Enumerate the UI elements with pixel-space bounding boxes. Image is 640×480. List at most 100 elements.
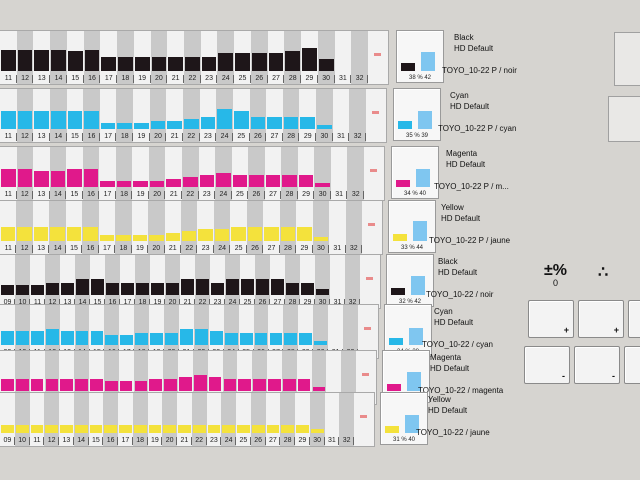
ink-zone-bar <box>119 425 132 433</box>
zone-marker <box>372 111 379 114</box>
ink-zone-bar <box>1 227 16 241</box>
ink-zone-bar <box>233 111 249 129</box>
zone-number: 22 <box>185 245 194 252</box>
coverage-bar-reference <box>418 111 432 129</box>
ink-zone-bar <box>151 57 167 71</box>
ink-zone-bar <box>318 59 334 71</box>
ink-zone-bar <box>280 227 296 241</box>
zone-number: 27 <box>268 437 277 444</box>
ink-zone-bar <box>196 279 209 295</box>
coverage-bar-reference <box>416 169 430 187</box>
zone-separator <box>365 133 366 141</box>
ink-zone-bar <box>199 175 215 187</box>
ink-zone-strip[interactable]: 11 12 13 14 15 16 17 18 19 20 21 22 23 24 25 26 27 28 29 30… <box>0 88 387 143</box>
ink-zone-bar <box>105 335 119 345</box>
zone-number: 14 <box>54 133 63 140</box>
paper-ink-name: TOYO_10-22 P / jaune <box>429 236 511 245</box>
zone-number: 12 <box>21 75 29 82</box>
zone-number: 18 <box>121 75 130 82</box>
zone-number: 21 <box>170 133 179 140</box>
ink-zone-strip[interactable]: 0910111213141516171819202122232425262728… <box>0 392 375 447</box>
ink-zone-bar <box>317 125 332 129</box>
ink-zone-bar <box>281 425 294 433</box>
ink-zone-bar <box>132 235 148 241</box>
ink-zone-bar <box>267 117 282 129</box>
ink-zone-bar <box>45 329 59 345</box>
zone-number: 15 <box>91 437 100 444</box>
ink-zone-bar <box>266 425 280 433</box>
ink-zone-bar <box>216 173 231 187</box>
ink-unit-row: 11 12 13 14 15 16 17 18 19 20 21 22 23 24 25 26 27 28 29 30… <box>0 200 640 255</box>
ink-zone-bar <box>298 175 314 187</box>
coverage-percent: 38 % 42 <box>408 75 432 81</box>
zone-number: 19 <box>136 191 145 198</box>
ink-color-name: Magenta <box>446 149 478 158</box>
ink-zone-bar <box>67 169 82 187</box>
ink-zone-bar <box>314 341 328 345</box>
coverage-chip[interactable]: 34 % 40 <box>391 146 439 199</box>
coverage-percent: 34 % 40 <box>403 191 427 197</box>
ink-unit-row: 11 12 13 14 15 16 17 18 19 20 21 22 23 24 25 26 27 28 29 30… <box>0 30 640 85</box>
coverage-percent: 35 % 39 <box>405 133 429 139</box>
ink-zone-bar <box>265 175 281 187</box>
ink-zone-bar <box>120 335 134 345</box>
ink-zone-bar <box>133 181 148 187</box>
zone-number: 28 <box>287 133 296 140</box>
zone-number: 27 <box>272 75 280 82</box>
ink-zone-bar <box>116 181 132 187</box>
ink-zone-bar <box>75 379 88 391</box>
zone-number: 28 <box>283 437 292 444</box>
zone-number: 17 <box>104 75 113 82</box>
ink-zone-bar <box>67 111 83 129</box>
ink-zone-bar <box>238 379 252 391</box>
ink-zone-bar <box>104 381 118 391</box>
ink-zone-bar <box>15 331 29 345</box>
zone-number: 25 <box>238 75 247 82</box>
zone-number: 16 <box>106 437 115 444</box>
ink-zone-strip[interactable]: 0910111213141516171819202122232425262728… <box>0 254 381 309</box>
zone-number: 13 <box>37 133 46 140</box>
coverage-chip[interactable]: 35 % 39 <box>393 88 441 141</box>
zone-number: 24 <box>224 437 233 444</box>
unit-info: Magenta HD Default TOYO_10-22 / magenta <box>418 352 503 395</box>
ink-zone-strip[interactable]: 11 12 13 14 15 16 17 18 19 20 21 22 23 24 25 26 27 28 29 30… <box>0 200 383 255</box>
zone-number: 31 <box>338 75 347 82</box>
zone-number: 22 <box>188 75 197 82</box>
ink-zone-bar <box>121 283 134 295</box>
zone-marker <box>366 277 373 280</box>
paper-ink-name: TOYO_10-22 / cyan <box>422 340 493 349</box>
ink-zone-bar <box>192 425 206 433</box>
ink-zone-bar <box>34 111 49 129</box>
zone-number: 19 <box>150 437 159 444</box>
ink-zone-bar <box>1 425 14 433</box>
ink-zone-bar <box>31 285 44 295</box>
ink-zone-bar <box>180 329 193 345</box>
ink-zone-bar <box>150 121 166 129</box>
ink-zone-bar <box>60 425 73 433</box>
ink-zone-bar <box>60 379 74 391</box>
coverage-bar-actual <box>396 180 410 187</box>
zone-number: 20 <box>154 133 162 140</box>
zone-number: 31 <box>337 133 345 140</box>
ink-zone-strip[interactable]: 11 12 13 14 15 16 17 18 19 20 21 22 23 24 25 26 27 28 29 30… <box>0 30 389 85</box>
ink-zone-bar <box>33 227 49 241</box>
zone-number: 22 <box>195 437 204 444</box>
coverage-bar-actual <box>389 338 403 345</box>
zone-number: 13 <box>37 245 46 252</box>
ink-zone-bar <box>84 50 100 71</box>
ink-zone-bar <box>66 227 82 241</box>
ink-zone-bar <box>89 425 103 433</box>
zone-number: 11 <box>4 245 12 252</box>
coverage-chip[interactable]: 38 % 42 <box>396 30 444 83</box>
zone-number: 22 <box>186 191 195 198</box>
ink-zone-bar <box>15 379 29 391</box>
zone-marker <box>370 169 377 172</box>
ink-zone-bar <box>50 227 65 241</box>
ink-zone-bar <box>17 50 33 71</box>
ink-zone-bar <box>15 425 29 433</box>
ink-zone-bar <box>222 425 235 433</box>
ink-zone-bar <box>168 57 183 71</box>
ink-zone-strip[interactable]: 11 12 13 14 15 16 17 18 19 20 21 22 23 24 25 26 27 28 29 30… <box>0 146 385 201</box>
ink-zone-bar <box>1 331 14 345</box>
zone-number: 21 <box>169 191 178 198</box>
